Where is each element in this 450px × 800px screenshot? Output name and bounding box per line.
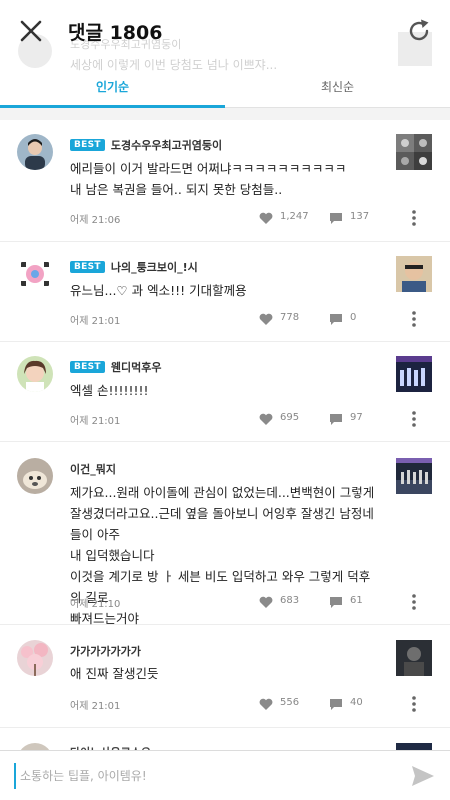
reply-icon[interactable] <box>328 411 344 427</box>
more-options-icon[interactable] <box>408 694 420 714</box>
comment-line: 제가요...원래 아이돌에 관심이 없었는데...변백현이 그렇게 <box>70 485 375 500</box>
comment-line: 내 남은 복권을 들어.. 되지 못한 당첨들.. <box>70 182 283 197</box>
send-icon[interactable] <box>410 763 436 789</box>
reply-icon[interactable] <box>328 594 344 610</box>
comment-time: 어제 21:01 <box>70 416 121 427</box>
comment-author[interactable]: 이건_뭐지 <box>70 461 116 477</box>
avatar[interactable] <box>17 640 53 676</box>
best-badge: BEST <box>70 361 105 373</box>
comment-header: BEST 나의_퉁크보이_!시 <box>70 259 198 275</box>
comment-header: 가가가가가가가 <box>70 643 141 659</box>
comment-thumbnail[interactable] <box>396 640 432 676</box>
avatar[interactable] <box>17 356 53 392</box>
comment-body: 유느님...♡ 과 엑소!!! 기대할께용 <box>70 280 375 301</box>
comment-thumbnail[interactable] <box>396 134 432 170</box>
heart-icon[interactable] <box>258 210 274 226</box>
header: 도경수우우최고귀염둥이 세상에 이렇게 이번 당첨도 넘나 이쁘쟈... 댓글 … <box>0 0 450 108</box>
comment-line: 애 진짜 잘생긴듯 <box>70 666 159 681</box>
comment-body: 에리들이 이거 발라드면 어쩌냐ㅋㅋㅋㅋㅋㅋㅋㅋㅋㅋ 내 남은 복권을 들어..… <box>70 158 375 200</box>
best-badge: BEST <box>70 139 105 151</box>
reply-count: 137 <box>350 211 370 222</box>
comment-line: 잘생겼더라고요..근데 옆을 돌아보니 어잉후 잘생긴 남정네들이 아주 <box>70 506 374 542</box>
reply-count: 40 <box>350 697 363 708</box>
comment-item: BEST 나의_퉁크보이_!시 유느님...♡ 과 엑소!!! 기대할께용 어제… <box>0 242 450 342</box>
more-options-icon[interactable] <box>408 409 420 429</box>
comment-time: 어제 21:06 <box>70 215 121 226</box>
comment-author[interactable]: 도경수우우최고귀염둥이 <box>111 137 222 153</box>
best-badge: BEST <box>70 261 105 273</box>
comment-line: 내 입덕했습니다 <box>70 548 155 563</box>
more-options-icon[interactable] <box>408 208 420 228</box>
tab-popular[interactable]: 인기순 <box>0 78 225 95</box>
comment-item: BEST 도경수우우최고귀염둥이 에리들이 이거 발라드면 어쩌냐ㅋㅋㅋㅋㅋㅋㅋ… <box>0 120 450 242</box>
reply-count: 97 <box>350 412 363 423</box>
comment-meta: 어제 21:01 556 40 <box>70 695 430 715</box>
reply-count: 0 <box>350 312 357 323</box>
comment-meta: 어제 21:01 695 97 <box>70 410 430 430</box>
reply-icon[interactable] <box>328 696 344 712</box>
comment-header: BEST 웬디먹후우 <box>70 359 161 375</box>
more-options-icon[interactable] <box>408 592 420 612</box>
comment-input-bar <box>0 750 450 800</box>
page-title: 댓글 1806 <box>68 22 163 44</box>
comment-time: 어제 21:01 <box>70 701 121 712</box>
ghost-text: 세상에 이렇게 이번 당첨도 넘나 이쁘쟈... <box>70 58 278 72</box>
comment-header: 이건_뭐지 <box>70 461 116 477</box>
comment-item: 이건_뭐지 제가요...원래 아이돌에 관심이 없었는데...변백현이 그렇게 … <box>0 442 450 626</box>
heart-icon[interactable] <box>258 594 274 610</box>
more-options-icon[interactable] <box>408 309 420 329</box>
avatar[interactable] <box>17 134 53 170</box>
avatar[interactable] <box>17 256 53 292</box>
comment-item: BEST 웬디먹후우 엑셀 손!!!!!!!! 어제 21:01 695 97 <box>0 342 450 442</box>
comment-author[interactable]: 웬디먹후우 <box>111 359 162 375</box>
comment-line: 엑셀 손!!!!!!!! <box>70 383 149 398</box>
close-icon[interactable] <box>16 16 46 46</box>
comment-thumbnail[interactable] <box>396 458 432 494</box>
like-count: 556 <box>280 697 300 708</box>
reply-icon[interactable] <box>328 210 344 226</box>
refresh-icon[interactable] <box>404 16 434 46</box>
comment-item: 가가가가가가가 애 진짜 잘생긴듯 어제 21:01 556 40 <box>0 625 450 728</box>
comment-time: 어제 21:10 <box>70 599 121 610</box>
active-tab-indicator <box>0 105 225 108</box>
comment-line: 에리들이 이거 발라드면 어쩌냐ㅋㅋㅋㅋㅋㅋㅋㅋㅋㅋ <box>70 161 347 176</box>
sort-tabs: 인기순 최신순 <box>0 72 450 108</box>
comment-author[interactable]: 가가가가가가가 <box>70 643 141 659</box>
like-count: 683 <box>280 595 300 606</box>
comment-line: 유느님...♡ 과 엑소!!! 기대할께용 <box>70 283 247 298</box>
tab-latest[interactable]: 최신순 <box>225 78 450 95</box>
comment-meta: 어제 21:06 1,247 137 <box>70 209 430 229</box>
heart-icon[interactable] <box>258 411 274 427</box>
heart-icon[interactable] <box>258 311 274 327</box>
reply-icon[interactable] <box>328 311 344 327</box>
comment-input[interactable] <box>14 763 394 789</box>
comment-body: 엑셀 손!!!!!!!! <box>70 380 375 401</box>
like-count: 778 <box>280 312 300 323</box>
like-count: 1,247 <box>280 211 309 222</box>
comment-meta: 어제 21:01 778 0 <box>70 310 430 330</box>
section-gap <box>0 108 450 120</box>
avatar[interactable] <box>17 458 53 494</box>
comment-meta: 어제 21:10 683 61 <box>70 593 430 613</box>
comment-header: BEST 도경수우우최고귀염둥이 <box>70 137 222 153</box>
comment-body: 애 진짜 잘생긴듯 <box>70 663 375 684</box>
comment-thumbnail[interactable] <box>396 256 432 292</box>
comment-author[interactable]: 나의_퉁크보이_!시 <box>111 259 198 275</box>
like-count: 695 <box>280 412 300 423</box>
heart-icon[interactable] <box>258 696 274 712</box>
comment-time: 어제 21:01 <box>70 316 121 327</box>
reply-count: 61 <box>350 595 363 606</box>
comment-thumbnail[interactable] <box>396 356 432 392</box>
